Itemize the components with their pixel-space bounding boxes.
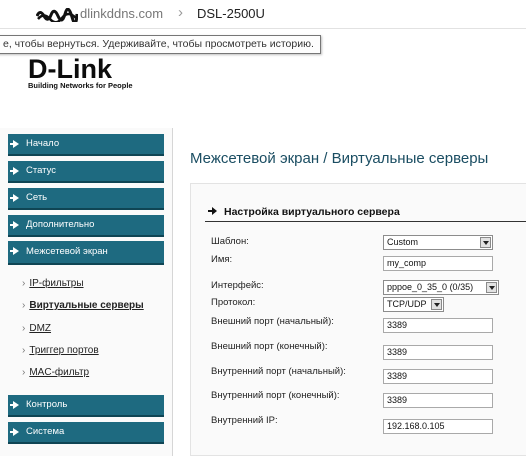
int-ip-input[interactable]: 192.168.0.105 bbox=[383, 419, 493, 434]
bullet-icon: › bbox=[22, 300, 26, 311]
subnav-item-virtual-servers[interactable]: › Виртуальные серверы bbox=[22, 300, 144, 311]
dlink-logo: D-Link Building Networks for People bbox=[28, 55, 133, 90]
address-bar[interactable]: dlinkddns.com › DSL-2500U bbox=[0, 0, 526, 29]
arrow-right-icon bbox=[10, 140, 19, 148]
arrow-right-icon bbox=[10, 401, 19, 409]
section-title: Настройка виртуального сервера bbox=[208, 206, 400, 218]
protocol-select-value: TCP/UDP bbox=[387, 299, 427, 309]
bullet-icon: › bbox=[22, 323, 26, 334]
nav-item-status[interactable]: Статус bbox=[8, 161, 164, 183]
interface-select-value: pppoe_0_35_0 (0/35) bbox=[387, 282, 474, 292]
nav-item-label: Начало bbox=[26, 138, 60, 149]
bullet-icon: › bbox=[22, 367, 26, 378]
page-name: DSL-2500U bbox=[197, 6, 265, 21]
nav-item-advanced[interactable]: Дополнительно bbox=[8, 215, 164, 237]
arrow-right-icon bbox=[10, 167, 19, 175]
subnav-item-dmz[interactable]: › DMZ bbox=[22, 323, 51, 334]
sidebar: Начало Статус Сеть Дополнительно Межсете… bbox=[0, 128, 173, 456]
ext-port-start-label: Внешний порт (начальный): bbox=[211, 316, 334, 327]
arrow-right-icon bbox=[208, 207, 218, 215]
nav-item-system[interactable]: Система bbox=[8, 422, 164, 444]
nav-item-label: Статус bbox=[26, 165, 57, 176]
template-label: Шаблон: bbox=[211, 236, 249, 247]
arrow-right-icon bbox=[10, 247, 19, 255]
ext-port-end-label: Внешний порт (конечный): bbox=[211, 341, 328, 352]
url-host: dlinkddns.com bbox=[80, 6, 164, 21]
divider bbox=[205, 221, 526, 222]
interface-label: Интерфейс: bbox=[211, 280, 264, 291]
nav-item-label: Система bbox=[26, 426, 65, 437]
subnav-item-mac-filter[interactable]: › MAC-фильтр bbox=[22, 367, 89, 378]
int-port-start-label: Внутренний порт (начальный): bbox=[211, 366, 346, 377]
template-select-value: Custom bbox=[387, 237, 419, 247]
chevron-down-icon bbox=[480, 237, 491, 248]
int-ip-label: Внутренний IP: bbox=[211, 415, 278, 426]
chevron-down-icon bbox=[431, 299, 442, 310]
arrow-right-icon bbox=[10, 428, 19, 436]
logo-brand: D-Link bbox=[28, 54, 112, 84]
redacted-scribble bbox=[36, 8, 78, 22]
protocol-select[interactable]: TCP/UDP bbox=[383, 297, 444, 312]
subnav-label: DMZ bbox=[29, 323, 52, 334]
bullet-icon: › bbox=[22, 345, 26, 356]
arrow-right-icon bbox=[10, 194, 19, 202]
subnav-label: MAC-фильтр bbox=[29, 367, 90, 378]
page-title: Межсетевой экран / Виртуальные серверы bbox=[190, 150, 489, 167]
int-port-end-input[interactable]: 3389 bbox=[383, 393, 493, 408]
interface-select[interactable]: pppoe_0_35_0 (0/35) bbox=[383, 280, 499, 295]
nav-item-label: Межсетевой экран bbox=[26, 246, 108, 257]
ext-port-end-input[interactable]: 3389 bbox=[383, 345, 493, 360]
nav-item-label: Дополнительно bbox=[26, 219, 95, 230]
ext-port-start-input[interactable]: 3389 bbox=[383, 318, 493, 333]
arrow-right-icon bbox=[10, 221, 19, 229]
protocol-label: Протокол: bbox=[211, 297, 256, 308]
nav-item-firewall[interactable]: Межсетевой экран bbox=[8, 241, 164, 265]
nav-item-start[interactable]: Начало bbox=[8, 134, 164, 156]
int-port-start-input[interactable]: 3389 bbox=[383, 369, 493, 384]
chevron-down-icon bbox=[486, 282, 497, 293]
subnav-item-ip-filters[interactable]: › IP-фильтры bbox=[22, 278, 84, 289]
nav-item-label: Контроль bbox=[26, 399, 68, 410]
nav-item-network[interactable]: Сеть bbox=[8, 188, 164, 210]
name-input[interactable]: my_comp bbox=[383, 256, 493, 271]
back-button-tooltip: е, чтобы вернуться. Удерживайте, чтобы п… bbox=[0, 35, 321, 54]
bullet-icon: › bbox=[22, 278, 26, 289]
subnav-label: Триггер портов bbox=[29, 345, 99, 356]
url-separator: › bbox=[178, 4, 183, 21]
logo-tagline: Building Networks for People bbox=[28, 81, 133, 90]
name-label: Имя: bbox=[211, 254, 233, 265]
subnav-label: Виртуальные серверы bbox=[29, 300, 144, 311]
int-port-end-label: Внутренний порт (конечный): bbox=[211, 390, 340, 401]
nav-item-label: Сеть bbox=[26, 192, 48, 203]
virtual-server-form-panel: Настройка виртуального сервера Шаблон: C… bbox=[190, 183, 526, 456]
template-select[interactable]: Custom bbox=[383, 235, 493, 250]
subnav-item-port-trigger[interactable]: › Триггер портов bbox=[22, 345, 99, 356]
nav-item-control[interactable]: Контроль bbox=[8, 395, 164, 417]
section-title-text: Настройка виртуального сервера bbox=[224, 206, 400, 218]
subnav-label: IP-фильтры bbox=[29, 278, 84, 289]
